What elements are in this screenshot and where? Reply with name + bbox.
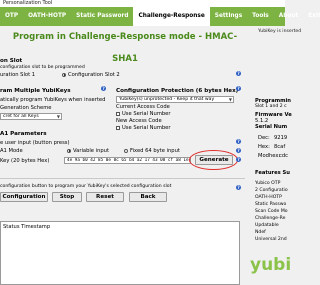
slot1-option[interactable]: uration Slot 1 <box>0 72 35 78</box>
nav-challenge-response[interactable]: Challenge-Response <box>133 7 210 26</box>
feature-item: Universal 2nd <box>255 237 287 242</box>
multiple-heading: ram Multiple YubiKeys <box>0 88 71 94</box>
page-title: Program in Challenge-Response mode - HMA… <box>12 32 238 64</box>
fixed-input-label: Fixed 64 byte input <box>130 148 180 154</box>
chevron-down-icon: ▼ <box>56 114 60 119</box>
current-access-code-label: Current Access Code <box>116 104 170 110</box>
actions-note: configuration button to program your Yub… <box>0 184 172 189</box>
help-icon[interactable]: ? <box>236 71 241 76</box>
protection-select-value: YubiKey(s) unprotected - Keep it that wa… <box>119 97 215 102</box>
variable-input-label: Variable input <box>73 148 109 154</box>
params-heading: A1 Parameters <box>0 131 47 137</box>
stop-button[interactable]: Stop <box>52 192 82 202</box>
nav-tools[interactable]: Tools <box>247 7 274 26</box>
back-button[interactable]: Back <box>129 192 167 202</box>
config-slot-heading: on Slot <box>0 58 23 64</box>
serial-title: Serial Num <box>255 124 288 130</box>
generation-scheme-label: Generation Scheme <box>0 105 52 111</box>
config-slot-subtitle: configuration slot to be programmed <box>0 65 85 70</box>
help-icon[interactable]: ? <box>236 157 241 162</box>
slot2-label: Configuration Slot 2 <box>68 72 120 78</box>
feature-item: Ndef <box>255 230 266 235</box>
yubico-logo: yubi <box>250 255 292 275</box>
fixed-input-radio[interactable] <box>124 148 128 153</box>
nav-settings[interactable]: Settings <box>210 7 247 26</box>
require-user-input-label: e user input (button press) <box>0 140 70 146</box>
chevron-down-icon: ▼ <box>228 97 232 102</box>
key-status-note: YubiKey is inserted <box>258 29 302 34</box>
secret-key-field[interactable]: 4e 9a b0 42 85 0e 8c 65 b4 a2 17 43 08 c… <box>64 157 191 164</box>
variable-input-option[interactable]: Variable input <box>67 148 109 154</box>
help-icon[interactable]: ? <box>101 86 106 91</box>
use-serial-current-checkbox[interactable] <box>116 111 120 116</box>
serial-modhex-label: Modhex: <box>258 153 281 159</box>
nav-otp[interactable]: OTP <box>0 7 23 26</box>
use-serial-new-label: Use Serial Number <box>122 125 171 131</box>
nav-static-password[interactable]: Static Password <box>71 7 133 26</box>
top-nav: OTP OATH-HOTP Static Password Challenge-… <box>0 7 320 26</box>
slot2-option[interactable]: Configuration Slot 2 <box>62 72 120 78</box>
divider <box>0 178 245 179</box>
help-icon[interactable]: ? <box>236 148 241 153</box>
generation-scheme-value: cret for all Keys <box>3 114 39 119</box>
feature-item: Updatable <box>255 223 279 228</box>
hmac-mode-label: A1 Mode <box>0 148 23 154</box>
nav-oath-hotp[interactable]: OATH-HOTP <box>23 7 71 26</box>
window-title: Personalization Tool <box>0 0 285 7</box>
feature-item: Yubico OTP <box>255 181 281 186</box>
feature-item: OATH-HOTP <box>255 195 282 200</box>
use-serial-new-checkbox[interactable] <box>116 125 120 130</box>
help-icon[interactable]: ? <box>236 139 241 144</box>
feature-item: Scan Code Mo <box>255 209 288 214</box>
use-serial-new[interactable]: Use Serial Number <box>116 125 171 131</box>
help-icon[interactable]: ? <box>236 185 241 190</box>
status-header: Status Timestamp <box>3 224 51 230</box>
generate-highlight <box>189 150 238 170</box>
feature-item: 2 Configuratio <box>255 188 288 193</box>
use-serial-current-label: Use Serial Number <box>122 111 171 117</box>
protection-select[interactable]: YubiKey(s) unprotected - Keep it that wa… <box>116 96 234 103</box>
secret-key-label: Key (20 bytes Hex) <box>0 158 50 164</box>
features-title: Features Su <box>255 170 290 176</box>
nav-exit[interactable]: Exit <box>303 7 320 26</box>
slot2-radio[interactable] <box>62 72 66 77</box>
variable-input-radio[interactable] <box>67 148 71 153</box>
status-log[interactable]: Status Timestamp <box>0 221 240 285</box>
generation-scheme-select[interactable]: cret for all Keys ▼ <box>0 113 62 120</box>
protection-heading: Configuration Protection (6 bytes Hex) <box>116 88 239 94</box>
write-configuration-button[interactable]: Configuration <box>0 192 48 202</box>
feature-item: Static Passwo <box>255 202 287 207</box>
reset-button[interactable]: Reset <box>86 192 124 202</box>
use-serial-current[interactable]: Use Serial Number <box>116 111 171 117</box>
serial-hex-label: Hex: <box>258 144 270 150</box>
require-user-input-option[interactable]: e user input (button press) <box>0 140 70 146</box>
serial-dec-value: 9219 <box>274 135 288 141</box>
serial-modhex-value: cdc <box>279 153 288 159</box>
programming-status-sub: Slot 1 and 2 c <box>255 104 287 109</box>
auto-program-label: atically program YubiKeys when inserted <box>0 97 106 103</box>
feature-item: Challenge-Re <box>255 216 286 221</box>
serial-hex-value: 8caf <box>274 144 286 150</box>
serial-dec-label: Dec: <box>258 135 270 141</box>
auto-program-option[interactable]: atically program YubiKeys when inserted <box>0 97 105 103</box>
new-access-code-label: New Access Code <box>116 118 162 124</box>
help-icon[interactable]: ? <box>236 86 241 91</box>
nav-about[interactable]: About <box>274 7 304 26</box>
slot1-label: uration Slot 1 <box>0 72 36 78</box>
fixed-input-option[interactable]: Fixed 64 byte input <box>124 148 180 154</box>
